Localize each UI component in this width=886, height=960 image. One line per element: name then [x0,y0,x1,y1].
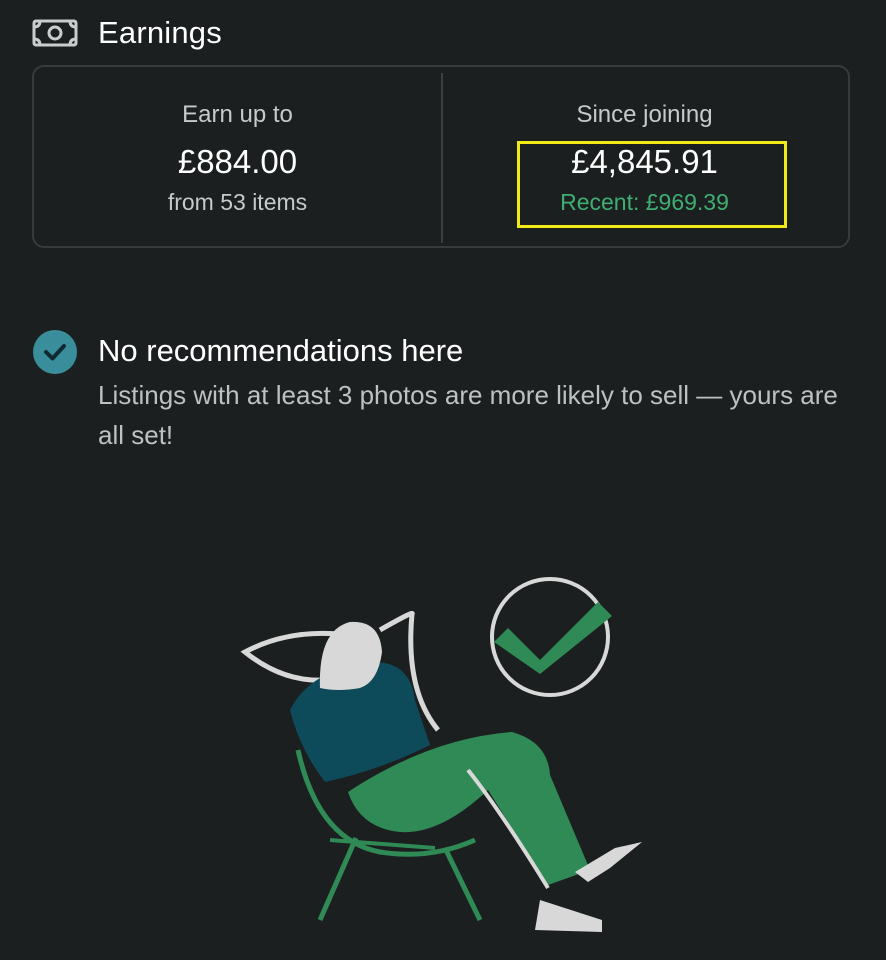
earn-up-to-label: Earn up to [182,101,293,128]
since-joining-amount: £4,845.91 [571,143,718,180]
since-joining-label: Since joining [576,101,713,128]
items-count-text: from 53 items [167,189,308,215]
recommendations-text: Listings with at least 3 photos are more… [98,380,838,450]
earnings-header: Earnings [32,12,222,54]
recent-earnings-text: Recent: £969.39 [560,189,729,215]
earn-up-to-panel: Earn up to £884.00 from 53 items [34,67,441,246]
page-title: Earnings [98,15,222,50]
since-joining-panel: Since joining £4,845.91 Recent: £969.39 [441,67,848,246]
earnings-card: Earn up to £884.00 from 53 items Since j… [32,65,850,248]
earn-up-to-amount: £884.00 [177,143,298,180]
money-icon [32,19,78,47]
recommendations-title: No recommendations here [98,333,464,368]
check-circle-icon [33,330,77,374]
relaxing-person-illustration [240,577,642,932]
